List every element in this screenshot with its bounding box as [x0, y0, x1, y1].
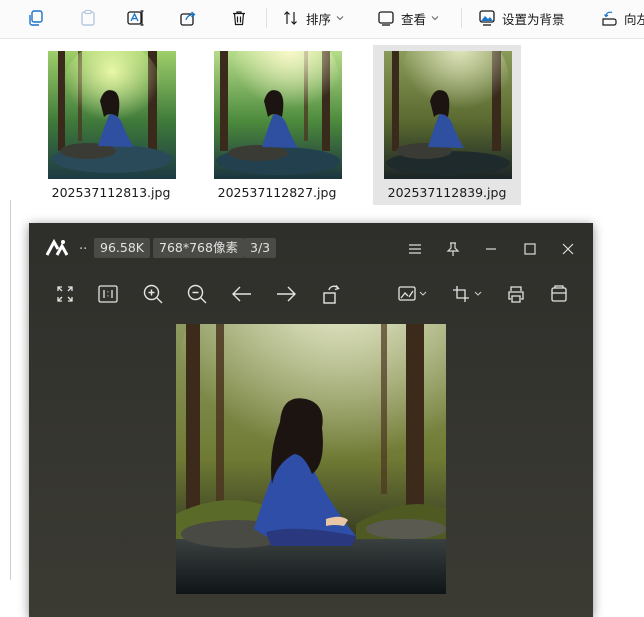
hamburger-icon [409, 244, 421, 254]
rotate-button[interactable] [318, 281, 344, 307]
navigation-pane-edge [10, 200, 11, 580]
file-thumbnail[interactable]: 202537112813.jpg [37, 45, 185, 205]
share-button[interactable] [176, 5, 200, 31]
file-name: 202537112813.jpg [51, 185, 171, 200]
file-size-badge: 96.58K [94, 238, 150, 258]
menu-button[interactable] [404, 238, 426, 260]
print-button[interactable] [503, 281, 529, 307]
zoom-out-icon [187, 284, 207, 304]
chevron-down-icon [431, 16, 439, 21]
sort-icon [284, 11, 297, 25]
explorer-command-bar: 排序 查看 设置为背景 向左 [0, 0, 644, 39]
rotate-left-icon [602, 11, 617, 26]
close-icon [562, 243, 574, 255]
arrow-left-icon [232, 286, 251, 302]
actual-size-icon [98, 285, 118, 303]
wallpaper-icon [479, 10, 495, 26]
actual-size-button[interactable] [95, 281, 121, 307]
separator [461, 8, 462, 28]
maximize-button[interactable] [519, 238, 541, 260]
save-icon [551, 285, 567, 302]
minimize-button[interactable] [480, 238, 502, 260]
file-thumbnail[interactable]: 202537112827.jpg [203, 45, 351, 205]
trash-icon [233, 11, 245, 26]
image-viewer-window: .. 96.58K 768*768像素 3/3 [29, 223, 593, 617]
maximize-icon [524, 243, 536, 255]
save-button[interactable] [546, 281, 572, 307]
rename-icon [127, 10, 144, 26]
zoom-out-button[interactable] [184, 281, 210, 307]
view-button[interactable]: 查看 [377, 5, 447, 31]
minimize-icon [486, 248, 496, 250]
zoom-in-button[interactable] [140, 281, 166, 307]
crop-dropdown[interactable] [450, 281, 486, 307]
displayed-image [176, 324, 446, 594]
sort-button[interactable]: 排序 [282, 5, 352, 31]
sort-label: 排序 [306, 11, 332, 27]
view-label: 查看 [401, 11, 427, 27]
image-thumbnail [384, 51, 512, 179]
menu-ellipsis[interactable]: .. [79, 238, 87, 253]
print-icon [508, 286, 524, 303]
file-name: 202537112839.jpg [387, 185, 507, 200]
pin-icon [446, 242, 460, 256]
image-index-badge: 3/3 [244, 238, 277, 258]
fullscreen-button[interactable] [52, 281, 78, 307]
fullscreen-icon [57, 286, 73, 302]
zoom-in-icon [143, 284, 163, 304]
image-thumbnail [214, 51, 342, 179]
rotate-icon [323, 285, 340, 304]
paste-button[interactable] [76, 5, 100, 31]
pin-button[interactable] [442, 238, 464, 260]
crop-icon [453, 286, 482, 302]
chevron-down-icon [336, 16, 344, 21]
rotate-left-label: 向左 [624, 11, 644, 27]
image-edit-icon [398, 286, 427, 301]
separator [266, 8, 267, 28]
close-button[interactable] [557, 238, 579, 260]
copy-button[interactable] [24, 5, 48, 31]
next-button[interactable] [273, 281, 299, 307]
delete-button[interactable] [227, 5, 251, 31]
file-name: 202537112827.jpg [217, 185, 337, 200]
arrow-right-icon [277, 286, 296, 302]
app-logo-icon [45, 238, 71, 262]
image-thumbnail [48, 51, 176, 179]
set-as-background-label: 设置为背景 [502, 11, 565, 27]
set-as-background-button[interactable]: 设置为背景 [478, 5, 578, 31]
copy-icon [29, 10, 43, 26]
share-icon [180, 11, 196, 26]
rotate-left-button[interactable]: 向左 [600, 5, 644, 31]
image-options-dropdown[interactable] [395, 281, 431, 307]
dimensions-badge: 768*768像素 [153, 238, 244, 258]
view-icon [378, 11, 394, 26]
rename-button[interactable] [124, 5, 148, 31]
file-thumbnail-selected[interactable]: 202537112839.jpg [373, 45, 521, 205]
previous-button[interactable] [229, 281, 255, 307]
paste-icon [81, 9, 95, 26]
